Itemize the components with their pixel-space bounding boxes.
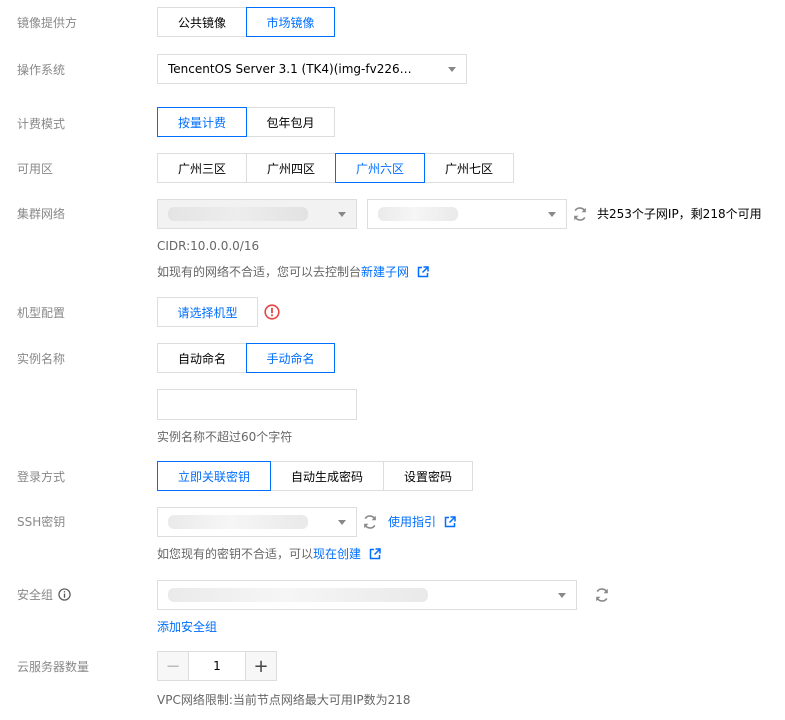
- option-zone-3[interactable]: 广州三区: [157, 153, 247, 183]
- security-group-label-wrap: 安全组: [17, 587, 71, 603]
- cluster-network-label: 集群网络: [17, 207, 66, 221]
- option-monthly[interactable]: 包年包月: [246, 107, 335, 137]
- chevron-down-icon: [338, 520, 346, 525]
- usage-guide-link[interactable]: 使用指引: [388, 515, 436, 529]
- server-count-input[interactable]: 1: [188, 652, 246, 680]
- instance-name-hint: 实例名称不超过60个字符: [157, 430, 293, 444]
- security-group-select[interactable]: [157, 580, 577, 610]
- option-pay-as-you-go[interactable]: 按量计费: [157, 107, 247, 137]
- cidr-text: CIDR:10.0.0.0/16: [157, 239, 260, 253]
- info-icon[interactable]: [58, 588, 71, 601]
- ssh-key-label: SSH密钥: [17, 515, 66, 529]
- chevron-down-icon: [548, 212, 556, 217]
- option-manual-name[interactable]: 手动命名: [246, 343, 335, 373]
- create-subnet-link[interactable]: 新建子网: [361, 265, 409, 279]
- chevron-down-icon: [448, 67, 456, 72]
- server-count-hint: VPC网络限制:当前节点网络最大可用IP数为218: [157, 693, 411, 707]
- external-link-icon[interactable]: [444, 516, 456, 528]
- option-zone-6[interactable]: 广州六区: [335, 153, 425, 183]
- login-label: 登录方式: [17, 470, 66, 484]
- ssh-key-hint: 如您现有的密钥不合适，可以现在创建: [157, 546, 381, 562]
- server-count-stepper: − 1 +: [157, 651, 277, 681]
- option-associate-key[interactable]: 立即关联密钥: [157, 461, 271, 491]
- refresh-icon[interactable]: [362, 514, 378, 530]
- instance-name-segmented: 自动命名 手动命名: [157, 343, 335, 373]
- increment-button[interactable]: +: [246, 652, 276, 680]
- billing-label: 计费模式: [17, 117, 66, 131]
- instance-type-label: 机型配置: [17, 306, 66, 320]
- option-market-image[interactable]: 市场镜像: [246, 7, 335, 37]
- ssh-key-hint-text: 如您现有的密钥不合适，可以: [157, 547, 314, 561]
- external-link-icon[interactable]: [369, 548, 381, 560]
- security-group-select-value: [168, 588, 428, 602]
- image-provider-segmented: 公共镜像 市场镜像: [157, 7, 335, 37]
- zone-label: 可用区: [17, 162, 54, 176]
- option-public-image[interactable]: 公共镜像: [157, 7, 247, 37]
- network-hint: 如现有的网络不合适，您可以去控制台新建子网: [157, 264, 429, 280]
- subnet-select-value: [378, 207, 458, 221]
- error-icon: [264, 304, 280, 320]
- network-hint-text: 如现有的网络不合适，您可以去控制台: [157, 265, 362, 279]
- refresh-icon[interactable]: [594, 587, 610, 603]
- decrement-button[interactable]: −: [158, 652, 188, 680]
- os-label: 操作系统: [17, 63, 66, 77]
- vpc-select-value: [168, 207, 308, 221]
- ssh-key-select[interactable]: [157, 507, 357, 537]
- select-instance-type-button[interactable]: 请选择机型: [157, 297, 258, 327]
- subnet-ip-info: 共253个子网IP，剩218个可用: [597, 207, 762, 221]
- option-auto-password[interactable]: 自动生成密码: [270, 461, 384, 491]
- add-security-group-link[interactable]: 添加安全组: [157, 619, 217, 635]
- billing-segmented: 按量计费 包年包月: [157, 107, 335, 137]
- refresh-icon[interactable]: [572, 206, 588, 222]
- option-zone-7[interactable]: 广州七区: [424, 153, 514, 183]
- chevron-down-icon: [338, 212, 346, 217]
- os-select-value: TencentOS Server 3.1 (TK4)(img-fv226…: [168, 62, 412, 76]
- os-select[interactable]: TencentOS Server 3.1 (TK4)(img-fv226…: [157, 54, 467, 84]
- create-key-link[interactable]: 现在创建: [313, 547, 361, 561]
- option-set-password[interactable]: 设置密码: [383, 461, 473, 491]
- security-group-label: 安全组: [17, 588, 54, 602]
- instance-name-label: 实例名称: [17, 352, 66, 366]
- server-count-label: 云服务器数量: [17, 660, 90, 674]
- chevron-down-icon: [558, 593, 566, 598]
- external-link-icon[interactable]: [417, 266, 429, 278]
- zone-segmented: 广州三区 广州四区 广州六区 广州七区: [157, 153, 514, 183]
- image-provider-label: 镜像提供方: [17, 16, 78, 30]
- option-auto-name[interactable]: 自动命名: [157, 343, 247, 373]
- instance-type-wrap: 请选择机型: [157, 297, 258, 327]
- ssh-key-select-value: [168, 515, 308, 529]
- vpc-select[interactable]: [157, 199, 357, 229]
- instance-name-input[interactable]: [157, 389, 357, 420]
- subnet-select[interactable]: [367, 199, 567, 229]
- usage-guide: 使用指引: [388, 514, 456, 530]
- login-segmented: 立即关联密钥 自动生成密码 设置密码: [157, 461, 473, 491]
- option-zone-4[interactable]: 广州四区: [246, 153, 336, 183]
